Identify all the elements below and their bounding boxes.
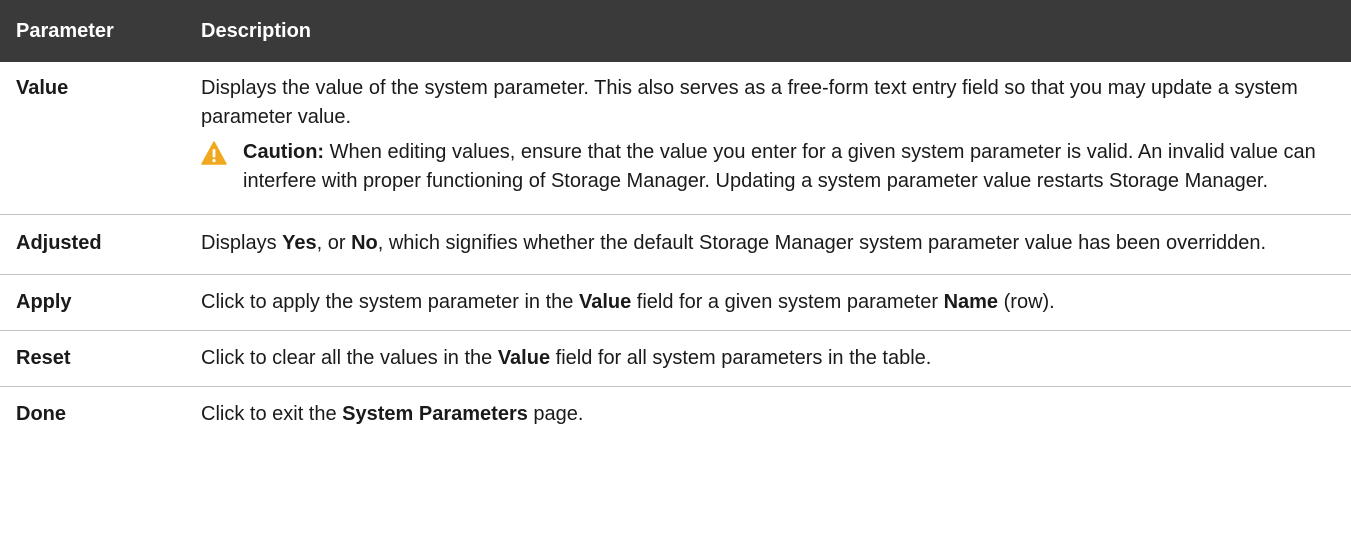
desc-text: Displays — [201, 232, 283, 254]
header-description: Description — [169, 0, 1351, 62]
caution-label: Caution: — [243, 141, 325, 163]
table-header: Parameter Description — [0, 0, 1351, 62]
desc-bold-system-parameters: System Parameters — [342, 403, 528, 425]
table-row-done: Done Click to exit the System Parameters… — [0, 387, 1351, 440]
desc-bold-name: Name — [943, 291, 999, 313]
table-row-adjusted: Adjusted Displays Yes, or No, which sign… — [0, 214, 1351, 275]
parameter-name: Adjusted — [0, 214, 169, 275]
parameter-name: Apply — [0, 274, 169, 331]
warning-triangle-icon — [201, 141, 227, 165]
desc-text: Click to apply the system parameter in t… — [201, 291, 579, 313]
header-parameter: Parameter — [0, 0, 169, 62]
desc-text: field for a given system parameter — [631, 291, 944, 313]
parameter-description: Displays Yes, or No, which signifies whe… — [169, 214, 1351, 275]
caution-text: Caution: When editing values, ensure tha… — [243, 138, 1331, 196]
desc-bold-no: No — [351, 232, 378, 254]
table-row-reset: Reset Click to clear all the values in t… — [0, 330, 1351, 387]
parameter-name: Done — [16, 403, 66, 425]
table-row-apply: Apply Click to apply the system paramete… — [0, 274, 1351, 331]
desc-text: , which signifies whether the default St… — [377, 232, 1267, 254]
parameter-table: Parameter Description Value Displays the… — [0, 0, 1351, 439]
caution-note: Caution: When editing values, ensure tha… — [201, 138, 1331, 196]
desc-text: (row). — [998, 291, 1055, 313]
desc-text: field for all system parameters in the t… — [550, 347, 932, 369]
parameter-description: Click to clear all the values in the Val… — [169, 330, 1351, 387]
parameter-name: Reset — [0, 330, 169, 387]
desc-text: Click to exit the — [201, 403, 343, 425]
description-text: Displays the value of the system paramet… — [201, 77, 1298, 128]
desc-text: Click to clear all the values in the — [201, 347, 498, 369]
table-row-value: Value Displays the value of the system p… — [0, 62, 1351, 215]
parameter-name: Value — [0, 62, 169, 215]
parameter-description: Click to apply the system parameter in t… — [169, 274, 1351, 331]
parameter-description: Displays the value of the system paramet… — [169, 62, 1351, 215]
desc-text: , or — [316, 232, 352, 254]
header-row: Parameter Description — [0, 0, 1351, 62]
parameter-description: Click to exit the System Parameters page… — [169, 387, 1351, 440]
caution-body: When editing values, ensure that the val… — [243, 141, 1316, 192]
desc-bold-value: Value — [578, 291, 632, 313]
desc-text: page. — [527, 403, 584, 425]
desc-bold-value: Value — [497, 347, 551, 369]
desc-bold-yes: Yes — [282, 232, 317, 254]
